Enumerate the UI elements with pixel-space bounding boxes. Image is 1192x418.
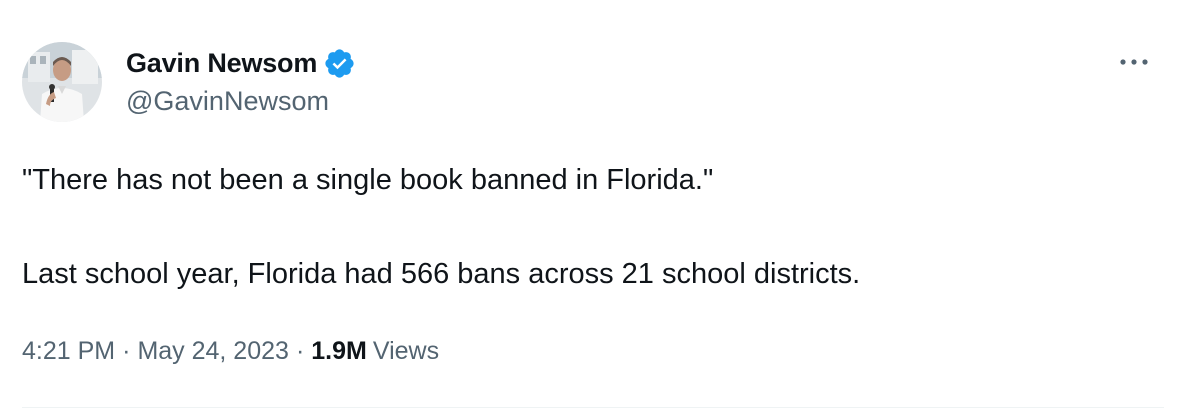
tweet-date[interactable]: May 24, 2023 [137, 337, 289, 366]
divider [22, 407, 1164, 408]
tweet-meta: 4:21 PM · May 24, 2023 · 1.9M Views [22, 337, 439, 366]
verified-badge-icon[interactable] [323, 47, 356, 80]
author-display-name[interactable]: Gavin Newsom [126, 48, 317, 79]
views-label: Views [372, 337, 440, 365]
author-name-row: Gavin Newsom [126, 46, 356, 80]
tweet-time[interactable]: 4:21 PM [22, 337, 115, 366]
tweet-text-line-2: Last school year, Florida had 566 bans a… [22, 258, 861, 290]
meta-separator: · [122, 337, 131, 365]
more-horizontal-icon [1120, 59, 1148, 65]
meta-separator: · [295, 337, 305, 365]
views-count: 1.9M [311, 337, 367, 365]
tweet-text-line-1: "There has not been a single book banned… [22, 164, 714, 196]
tweet-card: Gavin Newsom @GavinNewsom "There has not… [0, 0, 1192, 418]
avatar[interactable] [22, 42, 102, 122]
author-handle[interactable]: @GavinNewsom [126, 86, 329, 117]
more-options-button[interactable] [1116, 48, 1152, 76]
